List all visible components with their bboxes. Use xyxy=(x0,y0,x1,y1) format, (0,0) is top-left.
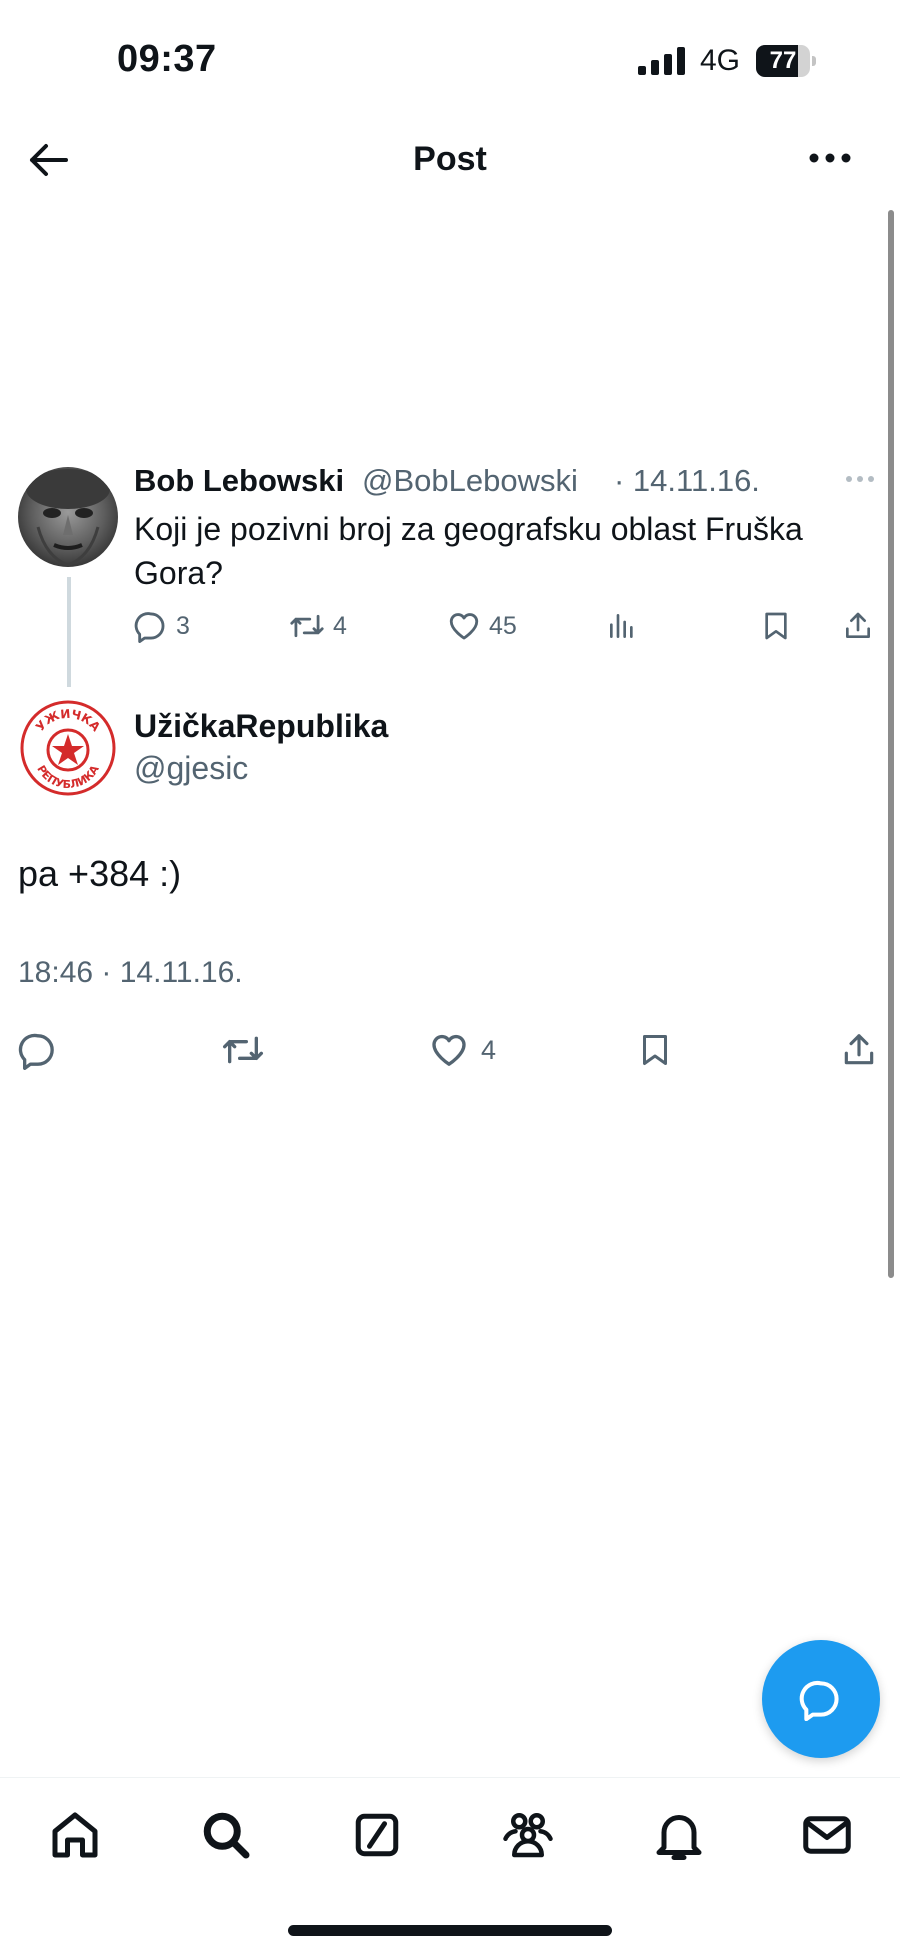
thread-connector-line xyxy=(67,577,71,687)
reply-icon xyxy=(134,612,165,643)
compose-reply-icon xyxy=(799,1680,839,1721)
nav-messages[interactable] xyxy=(797,1805,857,1865)
post-text: pa +384 :) xyxy=(18,853,182,894)
nav-home[interactable] xyxy=(45,1805,105,1865)
home-icon xyxy=(52,1812,98,1858)
author-handle[interactable]: @gjesic xyxy=(134,750,248,787)
share-button[interactable] xyxy=(840,1025,878,1075)
communities-icon xyxy=(503,1812,553,1858)
messages-icon xyxy=(803,1816,851,1854)
reply-fab-button[interactable] xyxy=(762,1640,880,1758)
post-more-button[interactable] xyxy=(845,474,875,484)
reply-button[interactable]: 3 xyxy=(134,604,190,648)
avatar-uzicka-republika[interactable]: УЖИЧКА РЕПУБЛИКА xyxy=(18,698,118,798)
author-name[interactable]: Bob Lebowski xyxy=(134,463,344,499)
post-text: Koji je pozivni broj za geografsku oblas… xyxy=(134,511,803,591)
avatar-bob-lebowski[interactable] xyxy=(18,467,118,567)
more-options-button[interactable] xyxy=(806,146,862,174)
reply-icon xyxy=(18,1033,54,1070)
post-timestamp: 18:46 · 14.11.16. xyxy=(18,956,243,989)
like-count: 4 xyxy=(481,1034,497,1065)
repost-icon xyxy=(290,614,324,638)
bookmark-icon xyxy=(643,1035,667,1065)
heart-icon xyxy=(449,613,479,640)
heart-icon xyxy=(432,1034,466,1066)
repost-button[interactable]: 4 xyxy=(289,604,347,648)
nav-communities[interactable] xyxy=(498,1805,558,1865)
share-icon xyxy=(846,612,870,638)
scrollbar[interactable] xyxy=(888,210,894,1278)
nav-grok[interactable] xyxy=(347,1805,407,1865)
repost-icon xyxy=(223,1036,264,1064)
share-button[interactable] xyxy=(842,604,874,648)
signal-icon xyxy=(638,47,686,75)
like-button[interactable]: 45 xyxy=(447,604,517,648)
repost-button[interactable] xyxy=(221,1025,265,1075)
author-handle[interactable]: @BobLebowski xyxy=(362,463,578,499)
views-button[interactable] xyxy=(606,604,638,648)
post-date: · 14.11.16. xyxy=(614,463,760,498)
bottom-nav-divider xyxy=(0,1777,900,1778)
like-button[interactable]: 4 xyxy=(429,1025,496,1075)
grok-icon xyxy=(355,1813,399,1857)
like-count: 45 xyxy=(489,611,517,640)
notifications-icon xyxy=(656,1815,702,1860)
bookmark-button[interactable] xyxy=(637,1025,673,1075)
bookmark-button[interactable] xyxy=(760,604,792,648)
reply-button[interactable] xyxy=(18,1025,58,1075)
page-title: Post xyxy=(413,140,487,178)
nav-notifications[interactable] xyxy=(649,1805,709,1865)
more-horizontal-icon xyxy=(846,476,874,482)
author-name[interactable]: UžičkaRepublika xyxy=(134,708,388,745)
network-type: 4G xyxy=(700,44,741,77)
bookmark-icon xyxy=(765,612,787,640)
battery-icon: 77 xyxy=(756,45,816,77)
repost-count: 4 xyxy=(333,611,347,640)
home-indicator[interactable] xyxy=(288,1925,612,1936)
status-time: 09:37 xyxy=(117,38,217,80)
battery-level: 77 xyxy=(769,47,797,74)
more-horizontal-icon xyxy=(809,153,851,163)
reply-count: 3 xyxy=(176,611,190,640)
views-icon xyxy=(610,614,633,638)
nav-search[interactable] xyxy=(196,1805,256,1865)
search-icon xyxy=(203,1812,250,1859)
share-icon xyxy=(844,1034,874,1065)
